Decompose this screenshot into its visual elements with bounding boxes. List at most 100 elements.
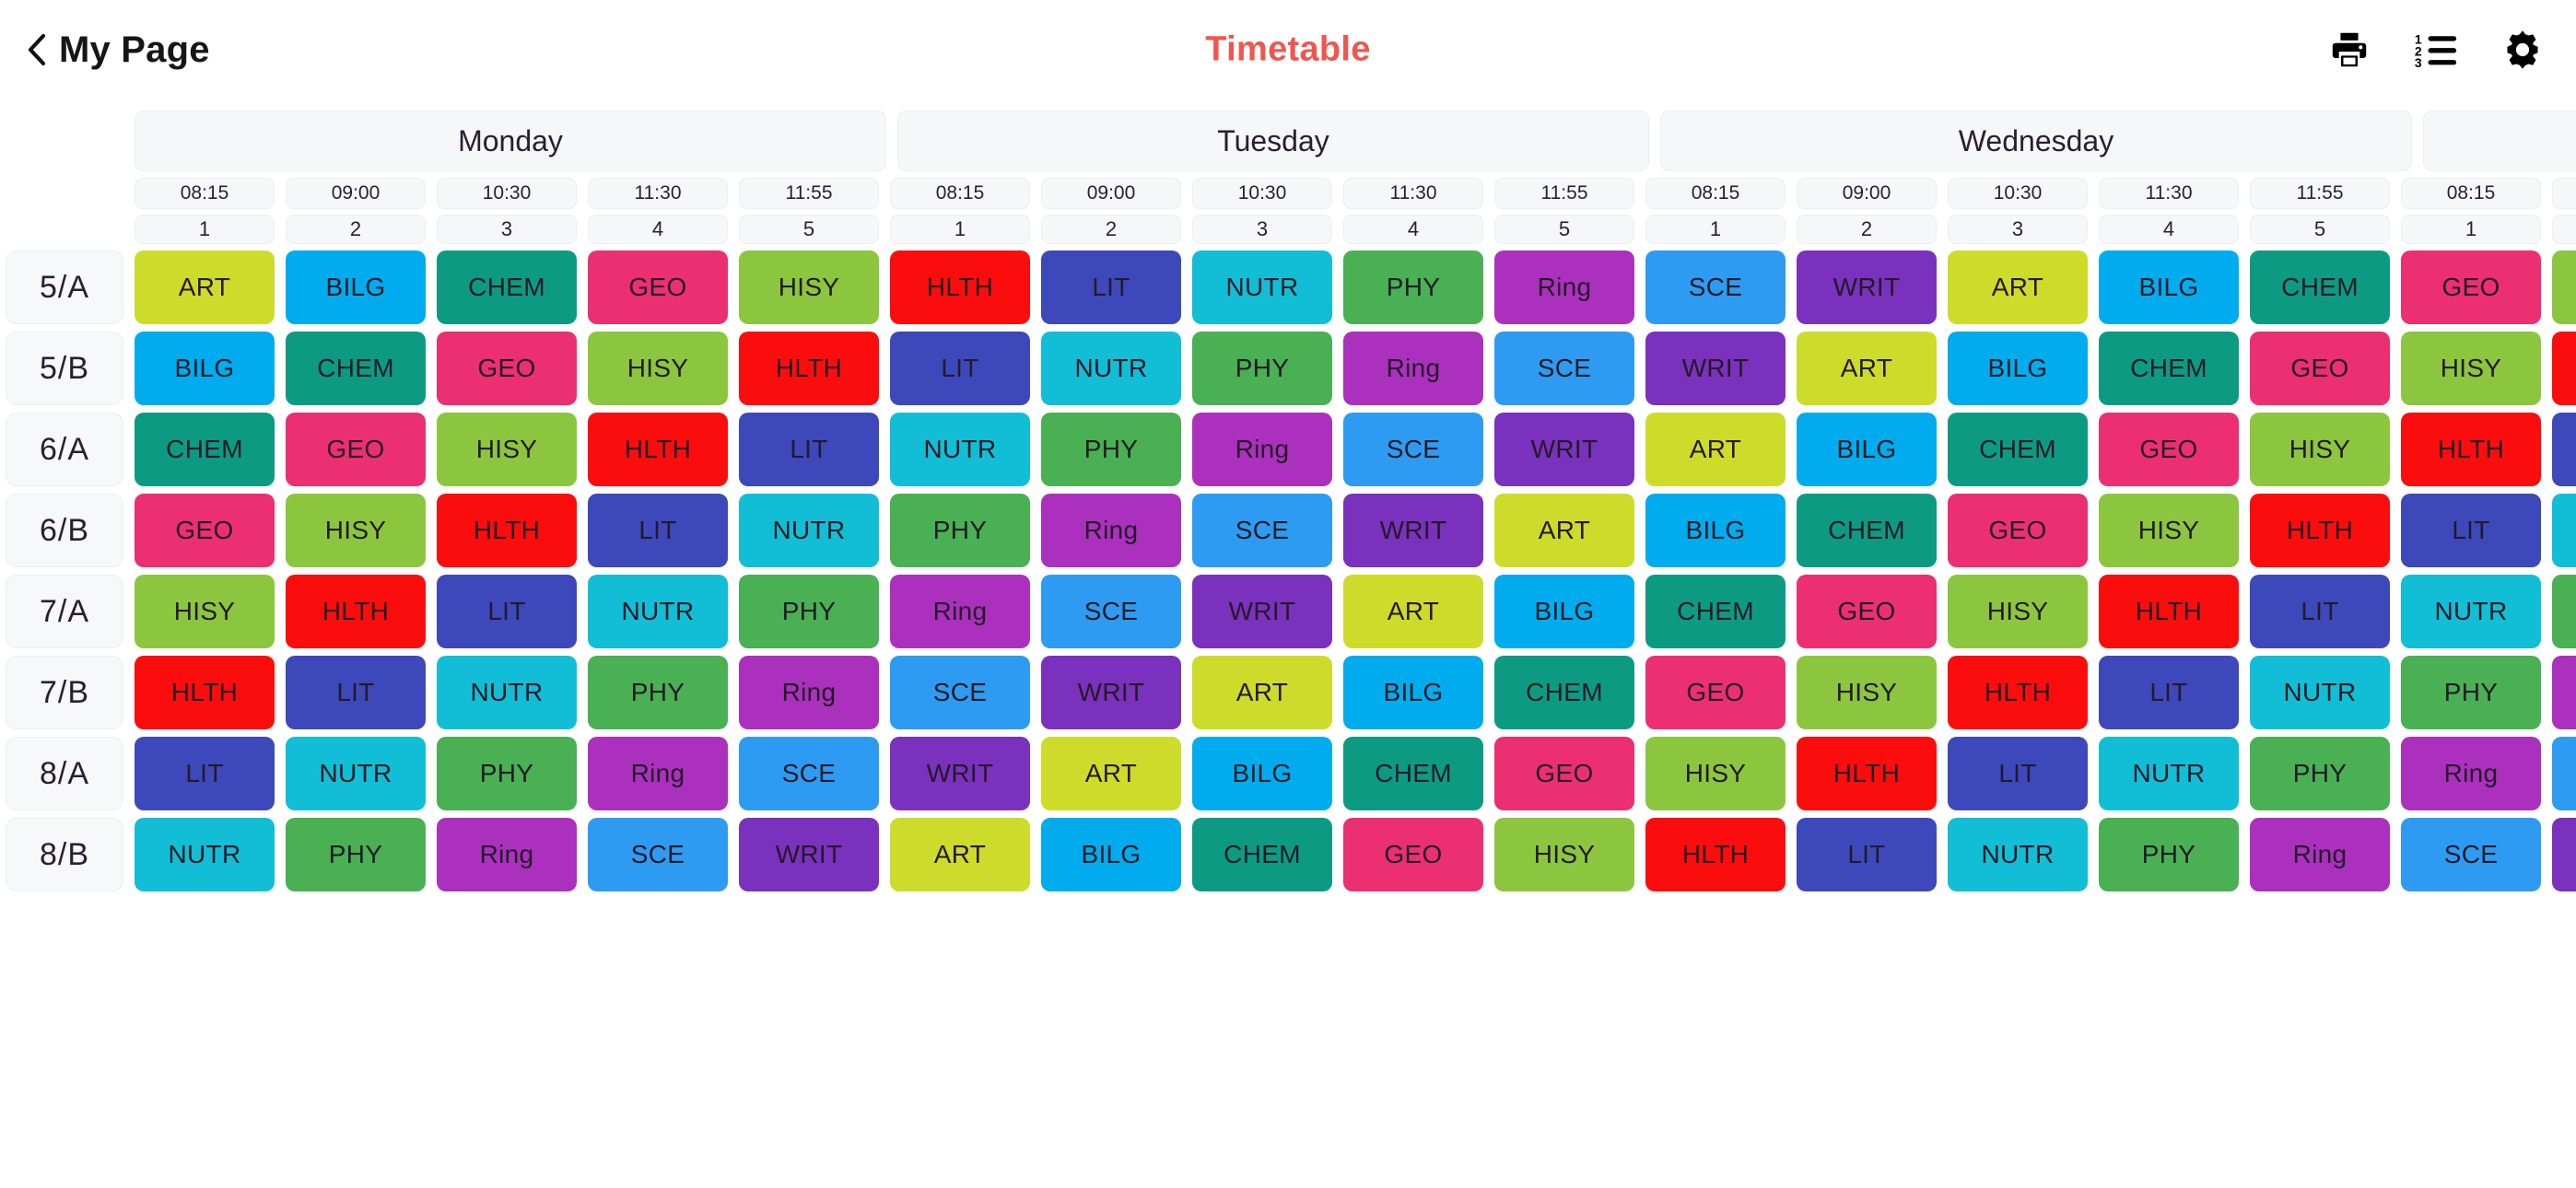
lesson-cell[interactable]: HISY <box>2250 413 2390 486</box>
lesson-cell[interactable]: PHY <box>1192 332 1332 405</box>
lesson-cell[interactable]: WRIT <box>1343 494 1483 567</box>
lesson-cell[interactable]: NUTR <box>2552 494 2576 567</box>
lesson-cell[interactable]: SCE <box>1494 332 1634 405</box>
lesson-cell[interactable]: HLTH <box>1948 656 2088 729</box>
lesson-cell[interactable]: HLTH <box>437 494 577 567</box>
lesson-cell[interactable]: LIT <box>1948 737 2088 810</box>
lesson-cell[interactable]: HISY <box>1494 818 1634 891</box>
lesson-cell[interactable]: BILG <box>286 250 426 324</box>
lesson-cell[interactable]: HISY <box>135 575 275 648</box>
lesson-cell[interactable]: BILG <box>1041 818 1181 891</box>
lesson-cell[interactable]: LIT <box>2401 494 2541 567</box>
lesson-cell[interactable]: ART <box>1948 250 2088 324</box>
lesson-cell[interactable]: GEO <box>2099 413 2239 486</box>
lesson-cell[interactable]: GEO <box>1797 575 1937 648</box>
lesson-cell[interactable]: ART <box>1797 332 1937 405</box>
lesson-cell[interactable]: BILG <box>1494 575 1634 648</box>
lesson-cell[interactable]: LIT <box>2099 656 2239 729</box>
lesson-cell[interactable]: HISY <box>286 494 426 567</box>
lesson-cell[interactable]: WRIT <box>1797 250 1937 324</box>
lesson-cell[interactable]: SCE <box>890 656 1030 729</box>
lesson-cell[interactable]: HLTH <box>739 332 879 405</box>
lesson-cell[interactable]: PHY <box>286 818 426 891</box>
lesson-cell[interactable]: Ring <box>2552 656 2576 729</box>
lesson-cell[interactable]: GEO <box>1494 737 1634 810</box>
lesson-cell[interactable]: PHY <box>437 737 577 810</box>
lesson-cell[interactable]: CHEM <box>437 250 577 324</box>
back-button[interactable]: My Page <box>26 29 210 71</box>
lesson-cell[interactable]: NUTR <box>588 575 728 648</box>
lesson-cell[interactable]: LIT <box>286 656 426 729</box>
numbered-list-button[interactable]: 1 2 3 <box>2412 26 2460 74</box>
lesson-cell[interactable]: BILG <box>135 332 275 405</box>
lesson-cell[interactable]: LIT <box>1797 818 1937 891</box>
lesson-cell[interactable]: HLTH <box>2552 332 2576 405</box>
lesson-cell[interactable]: CHEM <box>1797 494 1937 567</box>
lesson-cell[interactable]: NUTR <box>135 818 275 891</box>
lesson-cell[interactable]: ART <box>890 818 1030 891</box>
lesson-cell[interactable]: CHEM <box>2099 332 2239 405</box>
lesson-cell[interactable]: NUTR <box>1041 332 1181 405</box>
lesson-cell[interactable]: SCE <box>588 818 728 891</box>
lesson-cell[interactable]: CHEM <box>1343 737 1483 810</box>
lesson-cell[interactable]: SCE <box>1343 413 1483 486</box>
lesson-cell[interactable]: PHY <box>1343 250 1483 324</box>
lesson-cell[interactable]: SCE <box>2552 737 2576 810</box>
lesson-cell[interactable]: PHY <box>588 656 728 729</box>
lesson-cell[interactable]: Ring <box>437 818 577 891</box>
lesson-cell[interactable]: LIT <box>1041 250 1181 324</box>
lesson-cell[interactable]: WRIT <box>1192 575 1332 648</box>
lesson-cell[interactable]: Ring <box>2250 818 2390 891</box>
lesson-cell[interactable]: BILG <box>1797 413 1937 486</box>
lesson-cell[interactable]: GEO <box>286 413 426 486</box>
lesson-cell[interactable]: SCE <box>1041 575 1181 648</box>
lesson-cell[interactable]: BILG <box>1343 656 1483 729</box>
lesson-cell[interactable]: HISY <box>739 250 879 324</box>
lesson-cell[interactable]: Ring <box>739 656 879 729</box>
lesson-cell[interactable]: PHY <box>2401 656 2541 729</box>
lesson-cell[interactable]: Ring <box>1192 413 1332 486</box>
lesson-cell[interactable]: NUTR <box>2099 737 2239 810</box>
lesson-cell[interactable]: HISY <box>1797 656 1937 729</box>
lesson-cell[interactable]: GEO <box>135 494 275 567</box>
lesson-cell[interactable]: SCE <box>2401 818 2541 891</box>
lesson-cell[interactable]: GEO <box>2250 332 2390 405</box>
lesson-cell[interactable]: Ring <box>2401 737 2541 810</box>
lesson-cell[interactable]: HLTH <box>2401 413 2541 486</box>
lesson-cell[interactable]: NUTR <box>286 737 426 810</box>
lesson-cell[interactable]: ART <box>1494 494 1634 567</box>
lesson-cell[interactable]: SCE <box>1645 250 1786 324</box>
lesson-cell[interactable]: NUTR <box>2250 656 2390 729</box>
lesson-cell[interactable]: GEO <box>2401 250 2541 324</box>
print-button[interactable] <box>2325 26 2373 74</box>
lesson-cell[interactable]: Ring <box>1494 250 1634 324</box>
lesson-cell[interactable]: ART <box>1041 737 1181 810</box>
lesson-cell[interactable]: ART <box>135 250 275 324</box>
lesson-cell[interactable]: LIT <box>135 737 275 810</box>
lesson-cell[interactable]: HLTH <box>2099 575 2239 648</box>
lesson-cell[interactable]: GEO <box>1948 494 2088 567</box>
lesson-cell[interactable]: LIT <box>890 332 1030 405</box>
lesson-cell[interactable]: NUTR <box>890 413 1030 486</box>
lesson-cell[interactable]: PHY <box>2099 818 2239 891</box>
lesson-cell[interactable]: HLTH <box>1645 818 1786 891</box>
lesson-cell[interactable]: Ring <box>1343 332 1483 405</box>
lesson-cell[interactable]: NUTR <box>2401 575 2541 648</box>
lesson-cell[interactable]: HLTH <box>890 250 1030 324</box>
lesson-cell[interactable]: PHY <box>739 575 879 648</box>
lesson-cell[interactable]: WRIT <box>739 818 879 891</box>
lesson-cell[interactable]: ART <box>1645 413 1786 486</box>
lesson-cell[interactable]: BILG <box>1645 494 1786 567</box>
lesson-cell[interactable]: BILG <box>1948 332 2088 405</box>
lesson-cell[interactable]: NUTR <box>1948 818 2088 891</box>
lesson-cell[interactable]: CHEM <box>2250 250 2390 324</box>
lesson-cell[interactable]: LIT <box>739 413 879 486</box>
lesson-cell[interactable]: SCE <box>739 737 879 810</box>
lesson-cell[interactable]: LIT <box>2552 413 2576 486</box>
lesson-cell[interactable]: HISY <box>2099 494 2239 567</box>
lesson-cell[interactable]: HISY <box>1948 575 2088 648</box>
lesson-cell[interactable]: PHY <box>2552 575 2576 648</box>
lesson-cell[interactable]: HLTH <box>2250 494 2390 567</box>
lesson-cell[interactable]: BILG <box>1192 737 1332 810</box>
lesson-cell[interactable]: HISY <box>437 413 577 486</box>
